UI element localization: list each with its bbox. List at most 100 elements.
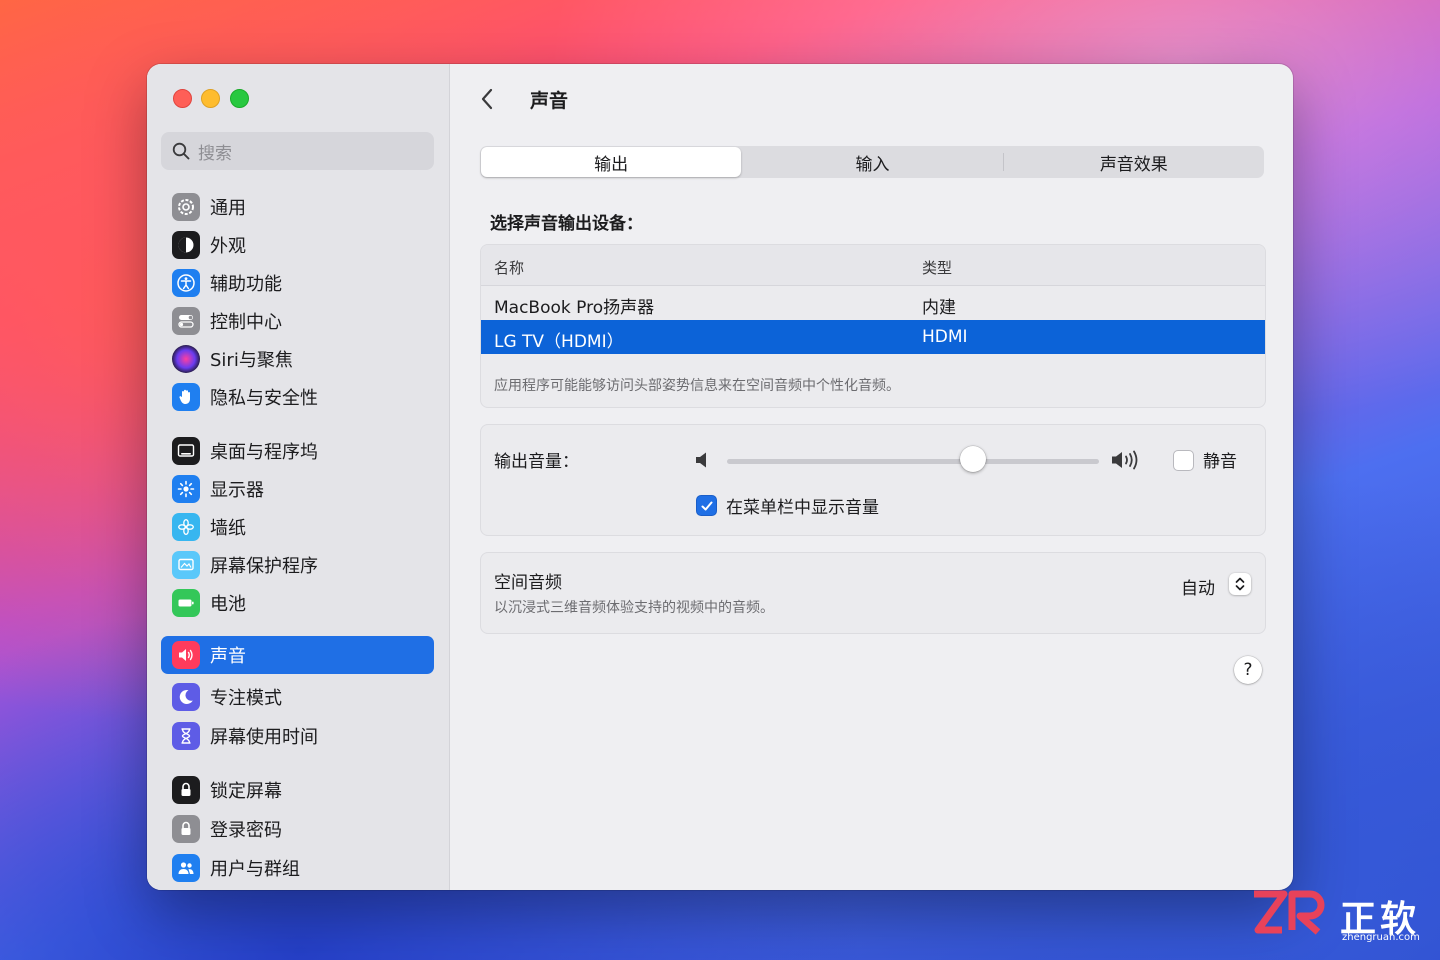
sidebar-item-screensaver[interactable]: 屏幕保护程序 [161, 546, 434, 584]
sidebar-item-screen-time[interactable]: 屏幕使用时间 [161, 717, 434, 755]
back-button[interactable] [476, 86, 500, 112]
show-volume-menubar-label[interactable]: 在菜单栏中显示音量 [726, 493, 879, 518]
sidebar-item-desktop-dock[interactable]: 桌面与程序坞 [161, 432, 434, 470]
output-volume-label: 输出音量： [494, 452, 579, 472]
sidebar-item-label: Siri与聚焦 [210, 350, 293, 371]
close-button[interactable] [173, 89, 192, 108]
spatial-audio-title: 空间音频 [494, 573, 562, 593]
head-tracking-note: 应用程序可能能够访问头部姿势信息来在空间音频中个性化音频。 [494, 378, 900, 394]
dock-icon [172, 437, 200, 465]
tab-sound-effects[interactable]: 声音效果 [1004, 147, 1264, 177]
sidebar-item-label: 墙纸 [210, 518, 246, 539]
chevron-left-icon [481, 88, 493, 110]
lock-icon [172, 815, 200, 843]
device-type: HDMI [922, 327, 968, 347]
output-device-table: 名称 类型 MacBook Pro扬声器 内建 LG TV（HDMI） HDMI… [480, 244, 1266, 408]
brightness-icon [172, 475, 200, 503]
table-row[interactable]: MacBook Pro扬声器 内建 [481, 286, 1265, 320]
volume-slider[interactable] [727, 459, 1099, 464]
device-name: MacBook Pro扬声器 [494, 298, 655, 318]
speaker-low-icon [696, 452, 706, 468]
sidebar-item-label: 用户与群组 [210, 859, 300, 880]
sidebar-item-sound[interactable]: 声音 [161, 636, 434, 674]
sidebar-item-label: 隐私与安全性 [210, 388, 318, 409]
speaker-high-icon [1112, 450, 1138, 470]
sidebar-item-privacy[interactable]: 隐私与安全性 [161, 378, 434, 416]
zr-logo-icon [1254, 890, 1325, 935]
sidebar-item-control-center[interactable]: 控制中心 [161, 302, 434, 340]
zoom-button[interactable] [230, 89, 249, 108]
device-type: 内建 [922, 298, 956, 318]
lock-screen-icon [172, 776, 200, 804]
spatial-audio-value[interactable]: 自动 [1181, 574, 1215, 599]
sidebar-item-label: 显示器 [210, 480, 264, 501]
appearance-icon [172, 231, 200, 259]
sidebar-item-label: 专注模式 [210, 688, 282, 709]
sidebar-item-label: 屏幕保护程序 [210, 556, 318, 577]
sidebar-item-lock-screen[interactable]: 锁定屏幕 [161, 771, 434, 809]
mute-label[interactable]: 静音 [1203, 447, 1237, 472]
siri-icon [172, 345, 200, 373]
sidebar-item-label: 电池 [210, 594, 246, 615]
sidebar-item-label: 通用 [210, 198, 246, 219]
table-row-selected[interactable]: LG TV（HDMI） HDMI [481, 320, 1265, 354]
output-device-heading: 选择声音输出设备： [490, 214, 643, 234]
column-header-name[interactable]: 名称 [494, 257, 524, 278]
volume-panel: 输出音量： 静音 在菜单栏中显示音量 [480, 424, 1266, 536]
battery-icon [172, 589, 200, 617]
control-center-icon [172, 307, 200, 335]
hand-icon [172, 383, 200, 411]
page-title: 声音 [530, 90, 569, 112]
watermark-url: zhengruan.com [1342, 932, 1420, 943]
sidebar-item-displays[interactable]: 显示器 [161, 470, 434, 508]
sidebar-item-label: 屏幕使用时间 [210, 727, 318, 748]
sidebar: 搜索 通用 外观 辅助功能 控制中心 Siri与聚焦 隐私与安全性 桌面与程序坞… [147, 64, 450, 890]
gear-icon [172, 193, 200, 221]
device-name: LG TV（HDMI） [494, 332, 624, 352]
search-field[interactable]: 搜索 [161, 132, 434, 170]
spatial-audio-description: 以沉浸式三维音频体验支持的视频中的音频。 [494, 600, 774, 616]
search-placeholder: 搜索 [198, 143, 232, 164]
flower-icon [172, 513, 200, 541]
hourglass-icon [172, 722, 200, 750]
sidebar-item-label: 辅助功能 [210, 274, 282, 295]
sidebar-item-users-groups[interactable]: 用户与群组 [161, 849, 434, 887]
sidebar-item-label: 桌面与程序坞 [210, 442, 318, 463]
accessibility-icon [172, 269, 200, 297]
sidebar-item-label: 登录密码 [210, 820, 282, 841]
column-header-type[interactable]: 类型 [922, 257, 952, 278]
table-header: 名称 类型 [481, 245, 1265, 286]
sidebar-item-general[interactable]: 通用 [161, 188, 434, 226]
sidebar-item-focus[interactable]: 专注模式 [161, 678, 434, 716]
speaker-icon [172, 641, 200, 669]
help-button[interactable]: ? [1234, 656, 1262, 684]
mute-checkbox[interactable] [1173, 450, 1194, 471]
watermark-logo: 正软 zhengruan.com [1250, 888, 1430, 948]
tab-input[interactable]: 输入 [742, 147, 1002, 177]
tab-control: 输出 输入 声音效果 [480, 146, 1264, 178]
moon-icon [172, 683, 200, 711]
screensaver-icon [172, 551, 200, 579]
sidebar-item-label: 控制中心 [210, 312, 282, 333]
checkmark-icon [701, 501, 712, 510]
sidebar-item-appearance[interactable]: 外观 [161, 226, 434, 264]
sidebar-item-login-password[interactable]: 登录密码 [161, 810, 434, 848]
tab-output[interactable]: 输出 [481, 147, 742, 177]
chevron-updown-icon [1235, 577, 1245, 591]
users-icon [172, 854, 200, 882]
volume-slider-knob[interactable] [959, 446, 986, 472]
sidebar-item-label: 外观 [210, 236, 246, 257]
settings-window: 搜索 通用 外观 辅助功能 控制中心 Siri与聚焦 隐私与安全性 桌面与程序坞… [147, 64, 1293, 890]
spatial-audio-popup-button[interactable] [1229, 573, 1251, 595]
sidebar-item-accessibility[interactable]: 辅助功能 [161, 264, 434, 302]
sidebar-item-battery[interactable]: 电池 [161, 584, 434, 622]
sidebar-item-wallpaper[interactable]: 墙纸 [161, 508, 434, 546]
sidebar-item-label: 声音 [210, 646, 246, 667]
sidebar-item-siri[interactable]: Siri与聚焦 [161, 340, 434, 378]
search-icon [172, 142, 190, 160]
sidebar-item-label: 锁定屏幕 [210, 781, 282, 802]
spatial-audio-panel: 空间音频 以沉浸式三维音频体验支持的视频中的音频。 自动 [480, 552, 1266, 634]
minimize-button[interactable] [201, 89, 220, 108]
show-volume-menubar-checkbox[interactable] [696, 495, 717, 516]
main-content: 声音 输出 输入 声音效果 选择声音输出设备： 名称 类型 MacBook Pr… [450, 64, 1293, 890]
